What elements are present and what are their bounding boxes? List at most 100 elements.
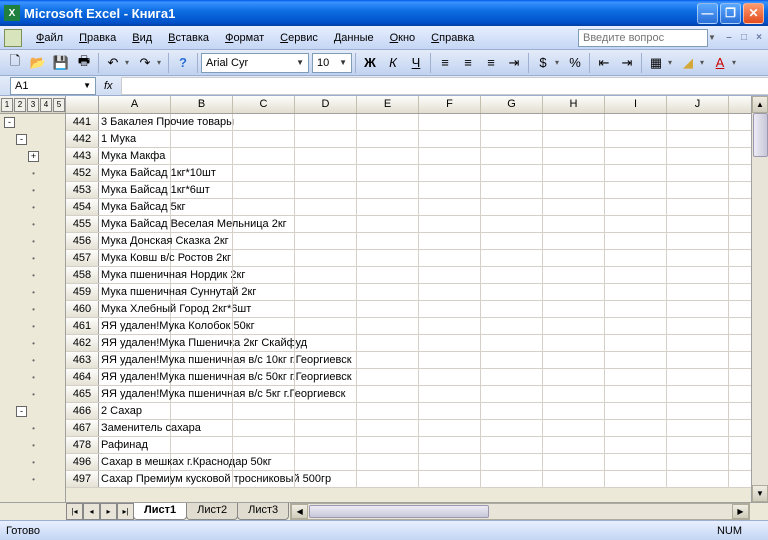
cell[interactable] [419,369,481,385]
cell[interactable] [233,233,295,249]
cell[interactable]: Мука Байсад 1кг*10шт [99,165,171,181]
cell[interactable] [295,199,357,215]
scroll-left-icon[interactable]: ◀ [291,504,308,519]
table-row[interactable]: 456Мука Донская Сказка 2кг [66,233,751,250]
mdi-restore-button[interactable]: □ [737,31,751,45]
cell[interactable]: Мука Ковш в/с Ростов 2кг [99,250,171,266]
cell[interactable]: Мука пшеничная Нордик 2кг [99,267,171,283]
cell[interactable] [605,267,667,283]
cell[interactable] [543,148,605,164]
vertical-scrollbar[interactable]: ▲ ▼ [751,96,768,502]
cell[interactable] [295,131,357,147]
cell[interactable] [295,403,357,419]
cell[interactable] [295,352,357,368]
cell[interactable]: Мука Хлебный Город 2кг*6шт [99,301,171,317]
cell[interactable] [667,471,729,487]
cell[interactable] [295,165,357,181]
cell[interactable] [171,165,233,181]
cell[interactable] [171,182,233,198]
menu-справка[interactable]: Справка [423,30,482,46]
cell[interactable] [605,386,667,402]
cell[interactable] [605,471,667,487]
align-center-icon[interactable]: ≡ [457,52,479,74]
fx-icon[interactable]: fx [104,80,113,92]
cell[interactable] [667,386,729,402]
row-header[interactable]: 458 [66,267,99,283]
cell[interactable]: 2 Сахар [99,403,171,419]
cell[interactable] [357,165,419,181]
cell[interactable] [605,250,667,266]
cell[interactable] [667,318,729,334]
row-header[interactable]: 478 [66,437,99,453]
cell[interactable]: 3 Бакалея Прочие товары [99,114,171,130]
cell[interactable] [357,199,419,215]
cell[interactable] [419,199,481,215]
align-right-icon[interactable]: ≡ [480,52,502,74]
cell[interactable] [233,318,295,334]
table-row[interactable]: 443Мука Макфа [66,148,751,165]
cell[interactable] [543,403,605,419]
sheet-tab-Лист1[interactable]: Лист1 [133,503,187,520]
cell[interactable] [357,369,419,385]
cell[interactable] [605,369,667,385]
cell[interactable] [295,386,357,402]
column-header-G[interactable]: G [481,96,543,113]
tab-prev-icon[interactable]: ◂ [83,503,100,520]
scroll-right-icon[interactable]: ▶ [732,504,749,519]
cell[interactable]: Мука Байсад Веселая Мельница 2кг [99,216,171,232]
cell[interactable] [543,182,605,198]
cell[interactable] [543,369,605,385]
table-row[interactable]: 497Сахар Премиум кусковой тросниковый 50… [66,471,751,488]
help-icon[interactable]: ? [172,52,194,74]
cell[interactable] [605,437,667,453]
table-row[interactable]: 460Мука Хлебный Город 2кг*6шт [66,301,751,318]
cell[interactable] [419,403,481,419]
cell[interactable] [171,437,233,453]
cell[interactable] [543,216,605,232]
cell[interactable] [171,284,233,300]
cell[interactable] [481,301,543,317]
cell[interactable] [481,114,543,130]
cell[interactable] [667,369,729,385]
cell[interactable] [543,165,605,181]
outline-toggle[interactable]: - [4,117,15,128]
cell[interactable] [233,165,295,181]
cell[interactable]: Мука Донская Сказка 2кг [99,233,171,249]
table-row[interactable]: 461ЯЯ удален!Мука Колобок 50кг [66,318,751,335]
row-header[interactable]: 453 [66,182,99,198]
cell[interactable] [295,369,357,385]
cell[interactable] [667,267,729,283]
row-header[interactable]: 457 [66,250,99,266]
print-icon[interactable]: 🖶 [73,52,95,74]
row-header[interactable]: 460 [66,301,99,317]
column-header-F[interactable]: F [419,96,481,113]
minimize-button[interactable]: — [697,3,718,24]
cell[interactable] [295,267,357,283]
cell[interactable] [543,233,605,249]
menu-вставка[interactable]: Вставка [160,30,217,46]
cell[interactable] [357,454,419,470]
bold-icon[interactable]: Ж [359,52,381,74]
table-row[interactable]: 459Мука пшеничная Суннутай 2кг [66,284,751,301]
cell[interactable]: ЯЯ удален!Мука пшеничная в/с 5кг г.Георг… [99,386,171,402]
cell[interactable] [295,335,357,351]
cell[interactable] [295,148,357,164]
ask-question-input[interactable] [578,29,708,47]
cell[interactable] [543,267,605,283]
row-header[interactable]: 463 [66,352,99,368]
redo-icon[interactable]: ↷ [134,52,156,74]
menu-правка[interactable]: Правка [71,30,124,46]
cell[interactable]: 1 Мука [99,131,171,147]
scroll-thumb[interactable] [753,113,768,157]
cell[interactable] [295,437,357,453]
cell[interactable] [357,386,419,402]
cell[interactable] [233,454,295,470]
cell[interactable] [233,352,295,368]
cell[interactable] [481,471,543,487]
cell[interactable] [419,335,481,351]
table-row[interactable]: 4413 Бакалея Прочие товары [66,114,751,131]
cell[interactable] [233,182,295,198]
outline-toggle[interactable]: - [16,406,27,417]
cell[interactable]: ЯЯ удален!Мука Пшеничка 2кг Скайфуд [99,335,171,351]
cell[interactable] [481,233,543,249]
